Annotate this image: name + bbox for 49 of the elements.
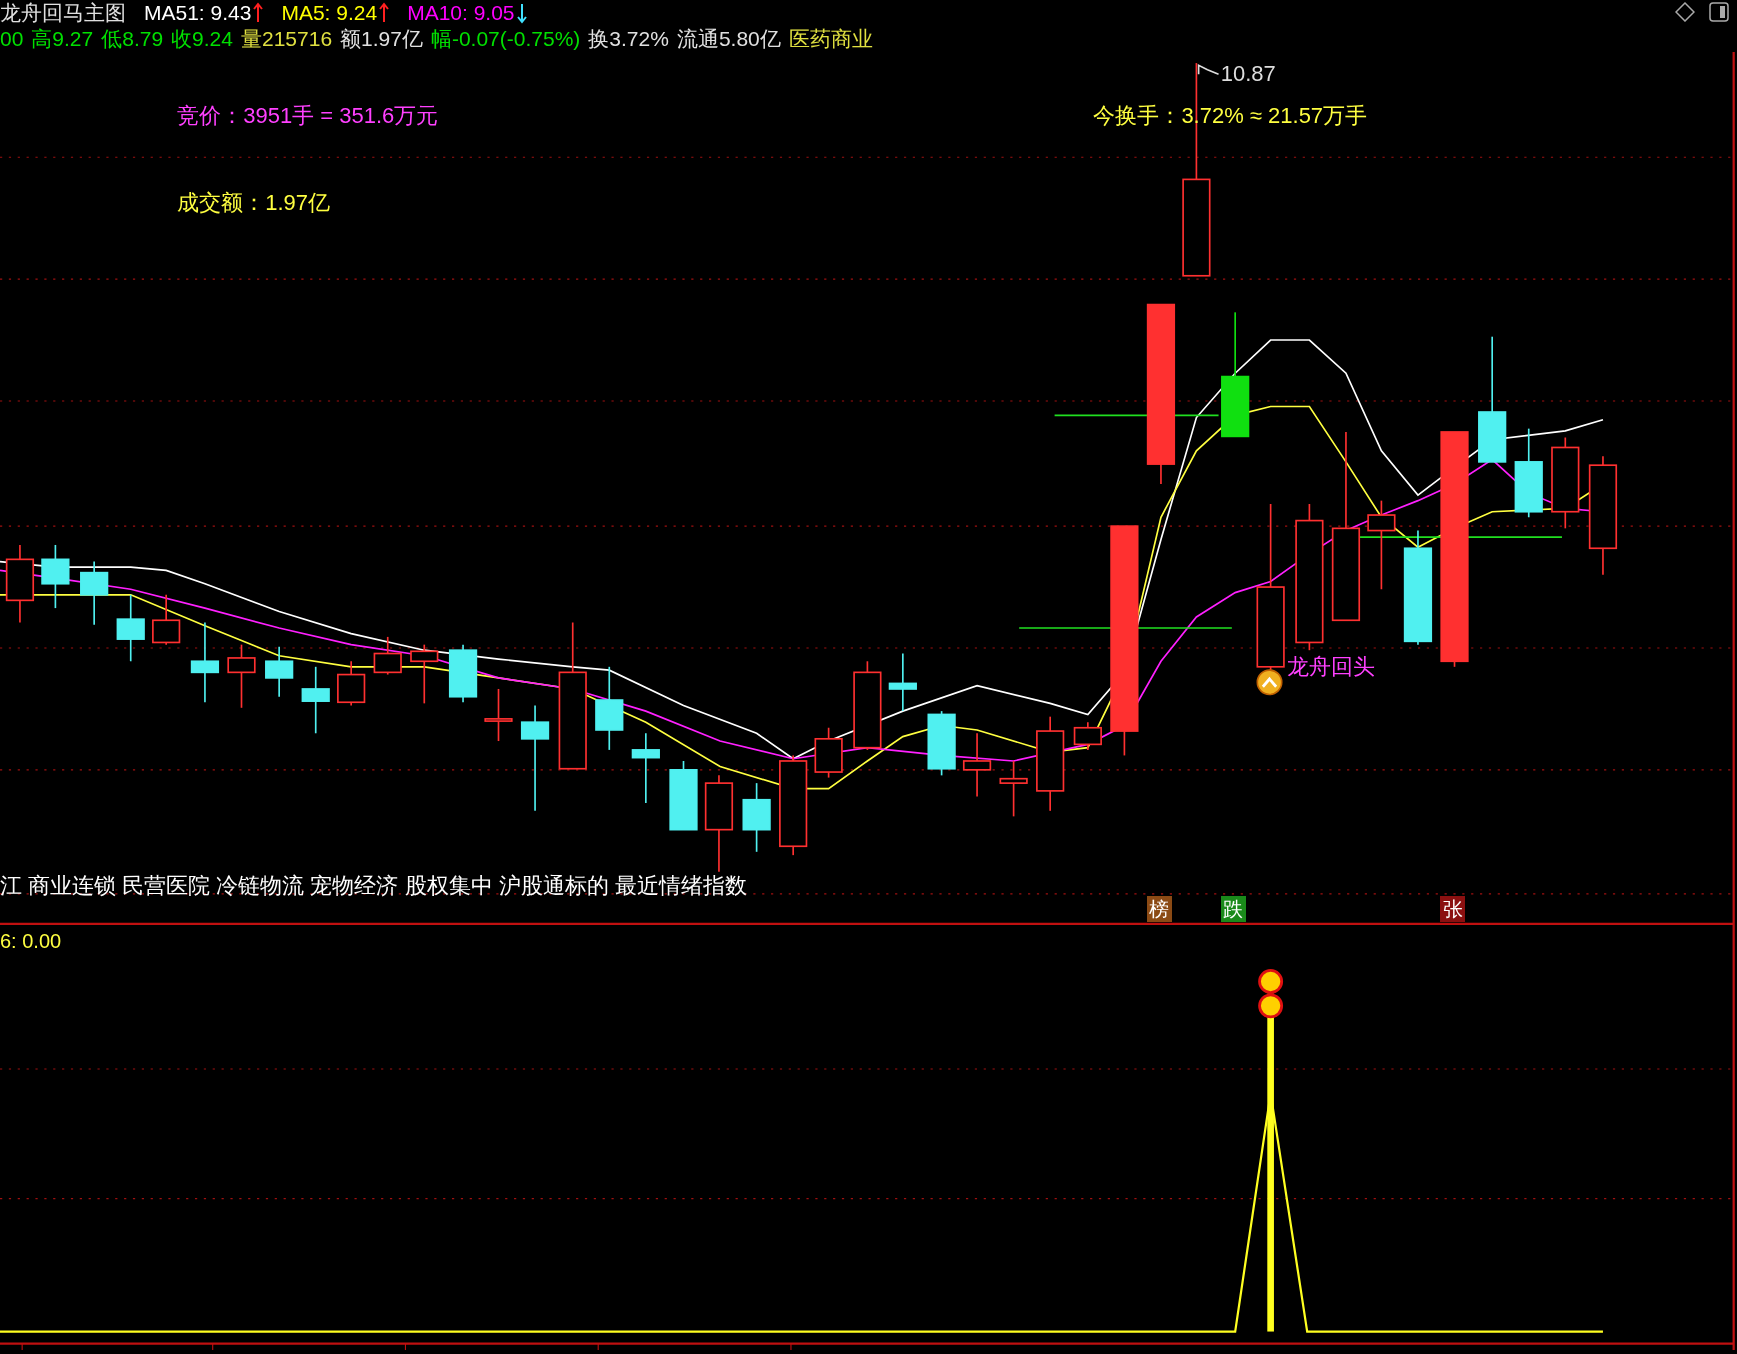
candlestick	[888, 652, 917, 712]
quote-value: 00	[0, 27, 24, 51]
candlestick	[152, 593, 181, 646]
indicator-reading: 6: 0.00	[0, 930, 62, 951]
high-marker-icon	[1197, 63, 1220, 75]
candlestick	[373, 636, 402, 676]
candlestick	[337, 660, 366, 707]
concept-tags: 江 商业连锁 民营医院 冷链物流 宠物经济 股权集中 沪股通标的 最近情绪指数	[0, 875, 747, 898]
chart-title: 龙舟回马主图	[0, 0, 126, 26]
signal-dots-icon	[1258, 968, 1284, 1019]
signal-badge: 张	[1440, 896, 1466, 923]
signal-circle-icon	[1256, 669, 1283, 696]
candlestick	[410, 643, 439, 705]
indicator-value: MA5: 9.24	[281, 1, 378, 25]
quote-value: 幅-0.07(-0.75%)	[430, 26, 581, 52]
indicator-value: MA51: 9.43	[144, 1, 252, 25]
turnover-amount-text: 成交额：1.97亿	[177, 191, 331, 214]
high-price-label: 10.87	[1220, 63, 1276, 86]
quote-value: 流通5.80亿	[676, 26, 781, 52]
signal-badge: 榜	[1146, 896, 1172, 923]
panel-toggle-icon[interactable]	[1709, 2, 1729, 22]
candlestick	[814, 726, 843, 779]
diamond-icon[interactable]	[1675, 2, 1695, 22]
quote-value: 收9.24	[171, 26, 233, 52]
candlestick	[227, 643, 256, 709]
candlestick	[301, 665, 330, 735]
candlestick	[999, 760, 1028, 818]
signal-badge: 跌	[1220, 896, 1246, 923]
candlestick	[80, 560, 109, 626]
quote-value: 量215716	[241, 26, 333, 52]
candlestick	[927, 710, 956, 777]
quote-value: 医药商业	[788, 26, 873, 52]
quote-value: 高9.27	[31, 26, 94, 52]
quote-value: 额1.97亿	[340, 26, 423, 52]
candlestick	[116, 593, 145, 663]
candlestick	[41, 544, 70, 609]
candlestick	[484, 688, 513, 742]
quote-value: 低8.79	[101, 26, 164, 52]
candlestick	[1073, 721, 1102, 751]
candlestick	[265, 646, 294, 698]
auction-text: 竞价：3951手 = 351.6万元	[177, 105, 439, 128]
candlestick	[631, 732, 660, 804]
candlestick	[448, 643, 478, 704]
candlestick	[669, 760, 698, 831]
candlestick	[962, 732, 992, 798]
signal-label: 龙舟回头	[1287, 655, 1376, 678]
quote-value: 换3.72%	[588, 26, 669, 52]
indicator-value: MA10: 9.05	[407, 1, 515, 25]
candlestick	[742, 782, 771, 853]
